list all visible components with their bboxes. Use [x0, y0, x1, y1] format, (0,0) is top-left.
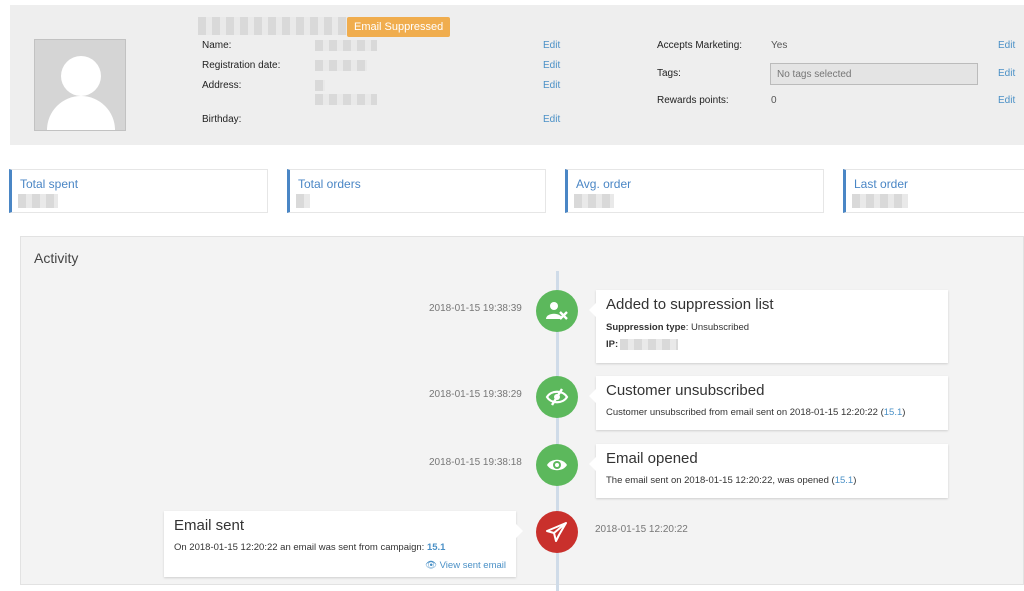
event-timestamp: 2018-01-15 19:38:29 [429, 389, 522, 400]
view-sent-email-link[interactable]: 👁 View sent email [425, 560, 506, 571]
stat-avg-order: Avg. order [565, 169, 824, 213]
stat-title: Total spent [20, 177, 79, 191]
event-node [536, 511, 578, 553]
suppression-type-label: Suppression type [606, 322, 686, 333]
activity-title: Activity [34, 250, 79, 266]
event-card: Customer unsubscribed Customer unsubscri… [589, 376, 948, 430]
registration-date-label: Registration date: [202, 60, 281, 71]
address-line2-redacted [315, 94, 377, 105]
edit-tags-link[interactable]: Edit [998, 68, 1015, 79]
event-node [536, 444, 578, 486]
paper-plane-icon [546, 522, 567, 542]
ip-label: IP: [606, 339, 619, 350]
event-timestamp: 2018-01-15 19:38:39 [429, 303, 522, 314]
stat-value-redacted [574, 194, 614, 208]
stat-total-spent: Total spent [9, 169, 268, 213]
email-suppressed-badge: Email Suppressed [347, 17, 451, 37]
event-heading: Email opened [606, 450, 698, 467]
event-text: On 2018-01-15 12:20:22 an email was sent… [174, 542, 445, 553]
event-text-body: On 2018-01-15 12:20:22 an email was sent… [174, 542, 427, 553]
customer-profile-card: Email Suppressed Name: Edit Registration… [10, 5, 1024, 145]
accepts-marketing-value: Yes [771, 40, 788, 51]
registration-date-redacted [315, 60, 367, 71]
avatar-head-shape [61, 56, 101, 96]
activity-panel: Activity 2018-01-15 19:38:39 Added to su… [20, 236, 1024, 591]
edit-birthday-link[interactable]: Edit [543, 114, 560, 125]
event-detail-line: Suppression type: Unsubscribed [606, 322, 749, 333]
event-heading: Email sent [174, 517, 245, 534]
customer-name-redacted [198, 17, 348, 35]
stat-title: Avg. order [576, 177, 632, 191]
eye-icon [547, 459, 567, 471]
birthday-label: Birthday: [202, 114, 242, 125]
view-sent-email-label: View sent email [439, 560, 506, 571]
avatar [34, 39, 126, 131]
rewards-points-value: 0 [771, 95, 777, 106]
campaign-link[interactable]: 15.1 [884, 407, 903, 418]
event-text-end: ) [853, 475, 857, 486]
event-card: Added to suppression list Suppression ty… [589, 290, 948, 363]
stat-title: Last order [854, 177, 909, 191]
edit-marketing-link[interactable]: Edit [998, 40, 1015, 51]
stat-value-redacted [852, 194, 908, 208]
address-line1-redacted [315, 80, 325, 91]
event-heading: Customer unsubscribed [606, 382, 765, 399]
event-text-body: Customer unsubscribed from email sent on… [606, 407, 884, 418]
edit-registration-link[interactable]: Edit [543, 60, 560, 71]
stat-total-orders: Total orders [287, 169, 546, 213]
event-timestamp: 2018-01-15 19:38:18 [429, 457, 522, 468]
edit-name-link[interactable]: Edit [543, 40, 560, 51]
avatar-body-shape [47, 96, 115, 130]
stat-last-order: Last order [843, 169, 1024, 213]
event-text-end: ) [902, 407, 906, 418]
edit-rewards-link[interactable]: Edit [998, 95, 1015, 106]
stat-value-redacted [18, 194, 58, 208]
ip-value-redacted [620, 339, 678, 350]
user-remove-icon [546, 302, 568, 320]
event-text: Customer unsubscribed from email sent on… [606, 407, 905, 418]
event-card: Email sent On 2018-01-15 12:20:22 an ema… [164, 511, 523, 577]
name-label: Name: [202, 40, 232, 51]
stat-value-redacted [296, 194, 310, 208]
suppression-type-value: : Unsubscribed [685, 322, 750, 333]
event-timestamp: 2018-01-15 12:20:22 [595, 524, 688, 535]
rewards-points-label: Rewards points: [657, 95, 729, 106]
event-node [536, 376, 578, 418]
eye-slash-icon [545, 388, 569, 406]
campaign-link[interactable]: 15.1 [835, 475, 854, 486]
eye-icon: 👁 [424, 560, 440, 571]
stat-title: Total orders [298, 177, 361, 191]
event-card: Email opened The email sent on 2018-01-1… [589, 444, 948, 498]
address-label: Address: [202, 80, 242, 91]
event-node [536, 290, 578, 332]
event-text-body: The email sent on 2018-01-15 12:20:22, w… [606, 475, 835, 486]
edit-address-link[interactable]: Edit [543, 80, 560, 91]
tags-input[interactable] [770, 63, 978, 85]
name-value-redacted [315, 40, 377, 51]
tags-label: Tags: [657, 68, 681, 79]
accepts-marketing-label: Accepts Marketing: [657, 40, 743, 51]
campaign-link[interactable]: 15.1 [427, 542, 446, 553]
event-heading: Added to suppression list [606, 296, 774, 313]
event-text: The email sent on 2018-01-15 12:20:22, w… [606, 475, 856, 486]
event-ip-line: IP: [606, 339, 618, 350]
